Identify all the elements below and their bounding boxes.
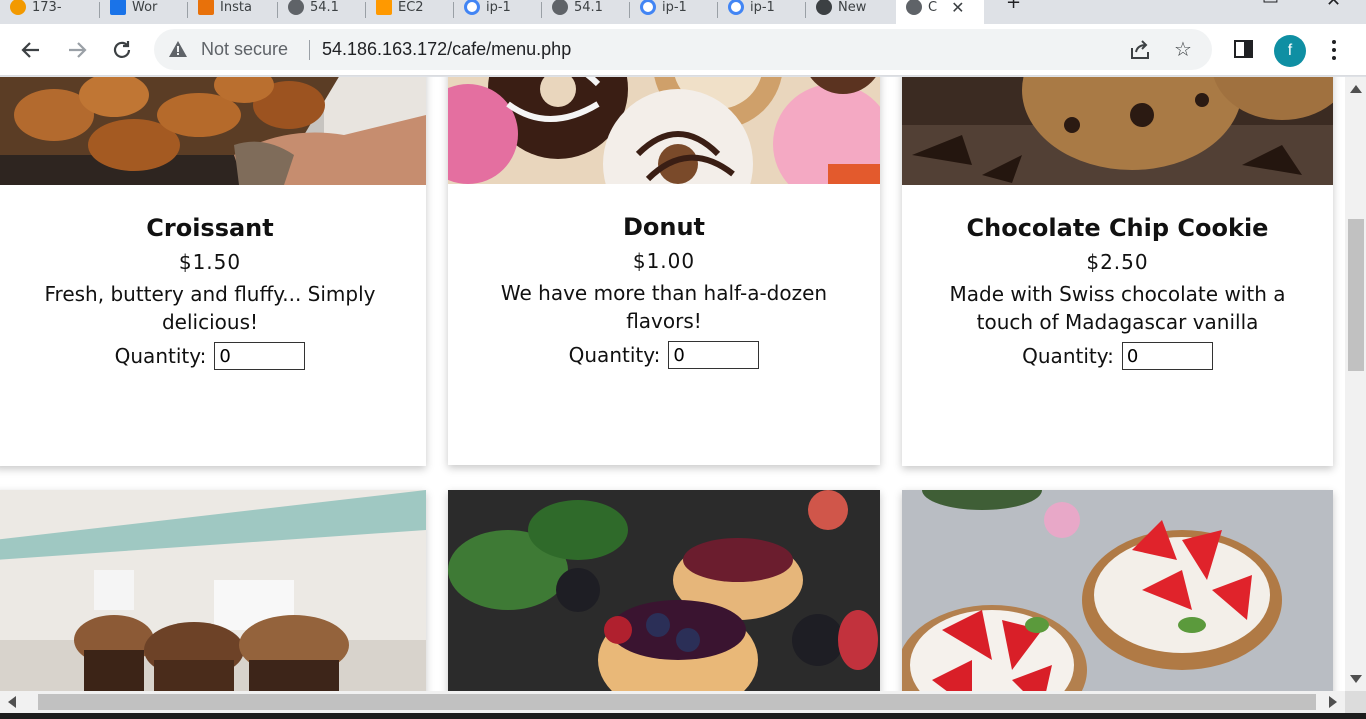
quantity-label: Quantity: [1022,344,1114,368]
menu-item-card: Donut $1.00 We have more than half-a-doz… [448,77,880,465]
window-close-icon[interactable]: ✕ [1326,0,1341,11]
scrollbar-corner [1345,691,1366,713]
quantity-input[interactable] [214,342,306,370]
bookmark-star-icon[interactable]: ☆ [1174,37,1192,61]
tab-6[interactable]: ip-1 [454,0,542,24]
tab-8[interactable]: ip-1 [630,0,718,24]
warning-icon[interactable] [168,40,188,58]
quantity-row: Quantity: [448,340,880,370]
item-price: $2.50 [1086,250,1149,274]
tab-10[interactable]: New [806,0,894,24]
reload-icon [113,41,131,58]
menu-item-card [0,490,426,691]
scroll-thumb[interactable] [38,694,1316,710]
google-icon [728,0,744,15]
horizontal-scrollbar[interactable] [0,691,1345,713]
menu-item-card: Croissant $1.50 Fresh, buttery and fluff… [0,77,426,466]
globe-icon [552,0,568,15]
forward-button[interactable] [63,36,91,64]
scroll-up-icon[interactable] [1350,85,1362,93]
item-name: Donut [622,213,706,241]
security-label[interactable]: Not secure [201,39,288,60]
google-icon [640,0,656,15]
croissant-photo [0,77,426,185]
scroll-down-icon[interactable] [1350,675,1362,683]
side-panel-icon[interactable] [1234,40,1253,58]
taskbar [0,713,1366,719]
tab-5[interactable]: EC2 [366,0,454,24]
share-icon[interactable] [1128,39,1152,61]
google-icon [464,0,480,15]
quantity-label: Quantity: [568,343,661,367]
globe-icon [906,0,922,15]
arrow-right-icon [69,42,87,58]
address-bar[interactable]: Not secure 54.186.163.172/cafe/menu.php … [154,29,1212,70]
tab-2[interactable]: Wor [100,0,188,24]
quantity-label: Quantity: [114,344,207,368]
globe-icon [288,0,304,15]
cookie-photo [902,77,1333,185]
scroll-right-icon[interactable] [1329,696,1337,708]
aws-icon [376,0,392,15]
tab-9[interactable]: ip-1 [718,0,806,24]
vertical-scrollbar[interactable] [1345,77,1366,691]
tab-1[interactable]: 173- [0,0,100,24]
scroll-left-icon[interactable] [8,696,16,708]
tab-strip: 173- Wor Insta 54.1 EC2 ip-1 54.1 ip-1 i… [0,0,1366,24]
tab-7[interactable]: 54.1 [542,0,630,24]
wordpress-icon [10,0,26,15]
tab-active[interactable]: C ✕ [896,0,984,24]
instance-icon [198,0,214,15]
menu-item-card [902,490,1333,691]
arrow-left-icon [21,42,39,58]
item-price: $1.00 [632,249,696,273]
item-description: Made with Swiss chocolate with a touch o… [949,282,1286,334]
chrome-icon [816,0,832,15]
tab-4[interactable]: 54.1 [278,0,366,24]
vscode-icon [110,0,126,15]
divider [309,40,310,60]
page-content: Croissant $1.50 Fresh, buttery and fluff… [0,77,1345,691]
restore-icon[interactable]: ▭ [1262,0,1279,9]
donut-photo [448,77,880,184]
close-icon[interactable]: ✕ [951,0,964,17]
browser-toolbar: Not secure 54.186.163.172/cafe/menu.php … [0,24,1366,76]
item-description: We have more than half-a-dozen flavors! [500,281,828,333]
quantity-row: Quantity: [902,341,1333,371]
item-name: Chocolate Chip Cookie [966,214,1269,242]
new-tab-icon[interactable]: + [1006,0,1021,13]
quantity-input[interactable] [1121,342,1213,370]
url-text[interactable]: 54.186.163.172/cafe/menu.php [322,39,571,60]
menu-item-card: Chocolate Chip Cookie $2.50 Made with Sw… [902,77,1333,466]
reload-button[interactable] [108,36,136,64]
muffin-photo [0,490,426,691]
berry-tart-photo [448,490,880,691]
item-description: Fresh, buttery and fluffy... Simply deli… [44,282,376,334]
item-price: $1.50 [178,250,242,274]
scroll-thumb[interactable] [1348,219,1364,371]
tab-3[interactable]: Insta [188,0,278,24]
menu-icon[interactable] [1324,38,1344,62]
strawberry-tart-photo [902,490,1333,691]
quantity-input[interactable] [668,341,760,369]
back-button[interactable] [17,36,45,64]
menu-item-card [448,490,880,691]
quantity-row: Quantity: [0,341,426,371]
item-name: Croissant [146,214,274,242]
avatar[interactable]: f [1274,35,1306,67]
